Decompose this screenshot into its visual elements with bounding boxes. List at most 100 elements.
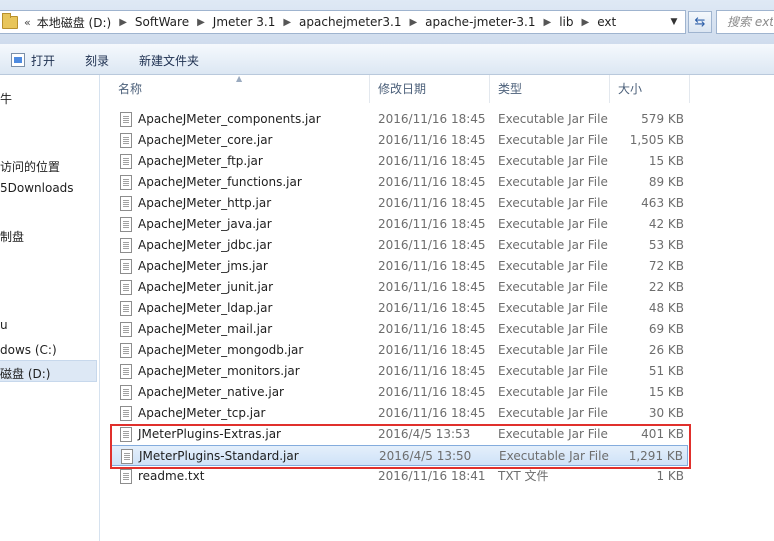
file-type: Executable Jar File (498, 364, 608, 378)
column-header-size[interactable]: 大小 (610, 75, 690, 103)
file-type: TXT 文件 (498, 469, 549, 483)
breadcrumb-segment[interactable]: apache-jmeter-3.1 (425, 15, 535, 29)
file-row[interactable]: ApacheJMeter_native.jar 2016/11/16 18:45 E… (110, 382, 688, 403)
file-name: readme.txt (138, 469, 205, 483)
file-type: Executable Jar File (498, 196, 608, 210)
file-size: 48 KB (648, 301, 684, 315)
breadcrumb-segment[interactable]: lib (559, 15, 573, 29)
file-row[interactable]: ApacheJMeter_monitors.jar 2016/11/16 18:4… (110, 361, 688, 382)
command-bar: 打开 刻录 新建文件夹 (0, 44, 774, 75)
file-modified-date: 2016/11/16 18:45 (378, 385, 486, 399)
chevron-right-icon[interactable]: ▶ (283, 17, 291, 28)
file-row[interactable]: ApacheJMeter_components.jar 2016/11/16 18… (110, 109, 688, 130)
file-name: ApacheJMeter_tcp.jar (138, 406, 266, 420)
file-type: Executable Jar File (498, 385, 608, 399)
file-modified-date: 2016/11/16 18:45 (378, 217, 486, 231)
breadcrumb-overflow[interactable]: « (24, 16, 31, 29)
nav-item-favorites[interactable]: 牛 (0, 90, 12, 107)
file-type: Executable Jar File (498, 175, 608, 189)
breadcrumb-segment[interactable]: ext (597, 15, 616, 29)
nav-item-recent-places[interactable]: 访问的位置 (0, 158, 60, 175)
search-input[interactable] (717, 14, 774, 30)
file-row[interactable]: JMeterPlugins-Standard.jar 2016/4/5 13:50… (110, 445, 688, 466)
file-size: 1,505 KB (629, 133, 684, 147)
file-row[interactable]: ApacheJMeter_ftp.jar 2016/11/16 18:45 Exec… (110, 151, 688, 172)
file-row[interactable]: JMeterPlugins-Extras.jar 2016/4/5 13:53 Ex… (110, 424, 688, 445)
file-name: ApacheJMeter_components.jar (138, 112, 321, 126)
refresh-icon: ⇆ (694, 14, 706, 30)
breadcrumb-segment[interactable]: Jmeter 3.1 (213, 15, 276, 29)
new-folder-button[interactable]: 新建文件夹 (139, 51, 199, 69)
refresh-button[interactable]: ⇆ (688, 11, 712, 33)
file-type: Executable Jar File (498, 133, 608, 147)
file-row[interactable]: ApacheJMeter_jdbc.jar 2016/11/16 18:45 Exe… (110, 235, 688, 256)
file-size: 15 KB (648, 385, 684, 399)
file-row[interactable]: ApacheJMeter_java.jar 2016/11/16 18:45 Exe… (110, 214, 688, 235)
address-dropdown-icon[interactable]: ▼ (663, 11, 685, 33)
file-modified-date: 2016/11/16 18:45 (378, 196, 486, 210)
file-name: ApacheJMeter_mail.jar (138, 322, 273, 336)
file-row[interactable]: ApacheJMeter_tcp.jar 2016/11/16 18:45 Exec… (110, 403, 688, 424)
file-size: 401 KB (641, 427, 684, 441)
file-size: 579 KB (641, 112, 684, 126)
jar-file-icon (120, 196, 132, 211)
address-bar-area: « 本地磁盘 (D:) ▶ SoftWare ▶ Jmeter 3.1 ▶ ap… (0, 0, 774, 44)
file-size: 69 KB (648, 322, 684, 336)
folder-icon (2, 12, 18, 29)
file-size: 30 KB (648, 406, 684, 420)
chevron-right-icon[interactable]: ▶ (409, 17, 417, 28)
nav-item-drive-c[interactable]: dows (C:) (0, 343, 57, 357)
file-size: 51 KB (648, 364, 684, 378)
file-size: 53 KB (648, 238, 684, 252)
file-name: ApacheJMeter_monitors.jar (138, 364, 300, 378)
chevron-right-icon[interactable]: ▶ (119, 17, 127, 28)
file-type: Executable Jar File (498, 322, 608, 336)
file-row[interactable]: ApacheJMeter_http.jar 2016/11/16 18:45 Exe… (110, 193, 688, 214)
file-type: Executable Jar File (498, 112, 608, 126)
new-folder-label: 新建文件夹 (139, 53, 200, 68)
open-button[interactable]: 打开 (11, 51, 55, 69)
file-row[interactable]: ApacheJMeter_mail.jar 2016/11/16 18:45 Exe… (110, 319, 688, 340)
column-header-type[interactable]: 类型 (490, 75, 610, 103)
file-list: ▲ 名称 修改日期 类型 大小 ApacheJMeter_components.… (100, 74, 774, 541)
file-size: 1 KB (656, 469, 684, 483)
column-header-date[interactable]: 修改日期 (370, 75, 490, 103)
file-type: Executable Jar File (498, 406, 608, 420)
address-bar[interactable]: « 本地磁盘 (D:) ▶ SoftWare ▶ Jmeter 3.1 ▶ ap… (0, 10, 686, 34)
nav-item-drive-d[interactable]: 磁盘 (D:) (0, 365, 50, 382)
file-row[interactable]: readme.txt 2016/11/16 18:41 TXT 文件 1 KB (110, 466, 688, 487)
file-type: Executable Jar File (498, 301, 608, 315)
file-modified-date: 2016/11/16 18:45 (378, 364, 486, 378)
file-row[interactable]: ApacheJMeter_ldap.jar 2016/11/16 18:45 Exe… (110, 298, 688, 319)
burn-button[interactable]: 刻录 (85, 51, 109, 69)
chevron-right-icon[interactable]: ▶ (543, 17, 551, 28)
file-type: Executable Jar File (498, 427, 608, 441)
chevron-right-icon[interactable]: ▶ (581, 17, 589, 28)
jar-file-icon (120, 385, 132, 400)
text-file-icon (120, 469, 132, 484)
jar-file-icon (120, 238, 132, 253)
breadcrumb-segment[interactable]: SoftWare (135, 15, 189, 29)
file-row[interactable]: ApacheJMeter_jms.jar 2016/11/16 18:45 Exec… (110, 256, 688, 277)
jar-file-icon (120, 322, 132, 337)
file-row[interactable]: ApacheJMeter_junit.jar 2016/11/16 18:45 Ex… (110, 277, 688, 298)
file-modified-date: 2016/11/16 18:45 (378, 322, 486, 336)
chevron-right-icon[interactable]: ▶ (197, 17, 205, 28)
breadcrumb-segment[interactable]: 本地磁盘 (D:) (37, 14, 111, 31)
search-box (716, 10, 774, 34)
file-modified-date: 2016/11/16 18:45 (378, 406, 486, 420)
breadcrumb-segment[interactable]: apachejmeter3.1 (299, 15, 401, 29)
file-row[interactable]: ApacheJMeter_core.jar 2016/11/16 18:45 Exe… (110, 130, 688, 151)
breadcrumb: 本地磁盘 (D:) ▶ SoftWare ▶ Jmeter 3.1 ▶ apac… (37, 14, 616, 31)
jar-file-icon (120, 343, 132, 358)
nav-item-disk[interactable]: 制盘 (0, 228, 24, 245)
column-header-name[interactable]: 名称 (110, 75, 370, 103)
column-headers: ▲ 名称 修改日期 类型 大小 (100, 74, 774, 103)
file-row[interactable]: ApacheJMeter_mongodb.jar 2016/11/16 18:45… (110, 340, 688, 361)
file-modified-date: 2016/11/16 18:45 (378, 154, 486, 168)
nav-item-downloads[interactable]: 5Downloads (0, 181, 74, 195)
file-type: Executable Jar File (498, 238, 608, 252)
nav-item-computer[interactable]: u (0, 318, 8, 332)
file-modified-date: 2016/11/16 18:45 (378, 301, 486, 315)
file-row[interactable]: ApacheJMeter_functions.jar 2016/11/16 18:… (110, 172, 688, 193)
